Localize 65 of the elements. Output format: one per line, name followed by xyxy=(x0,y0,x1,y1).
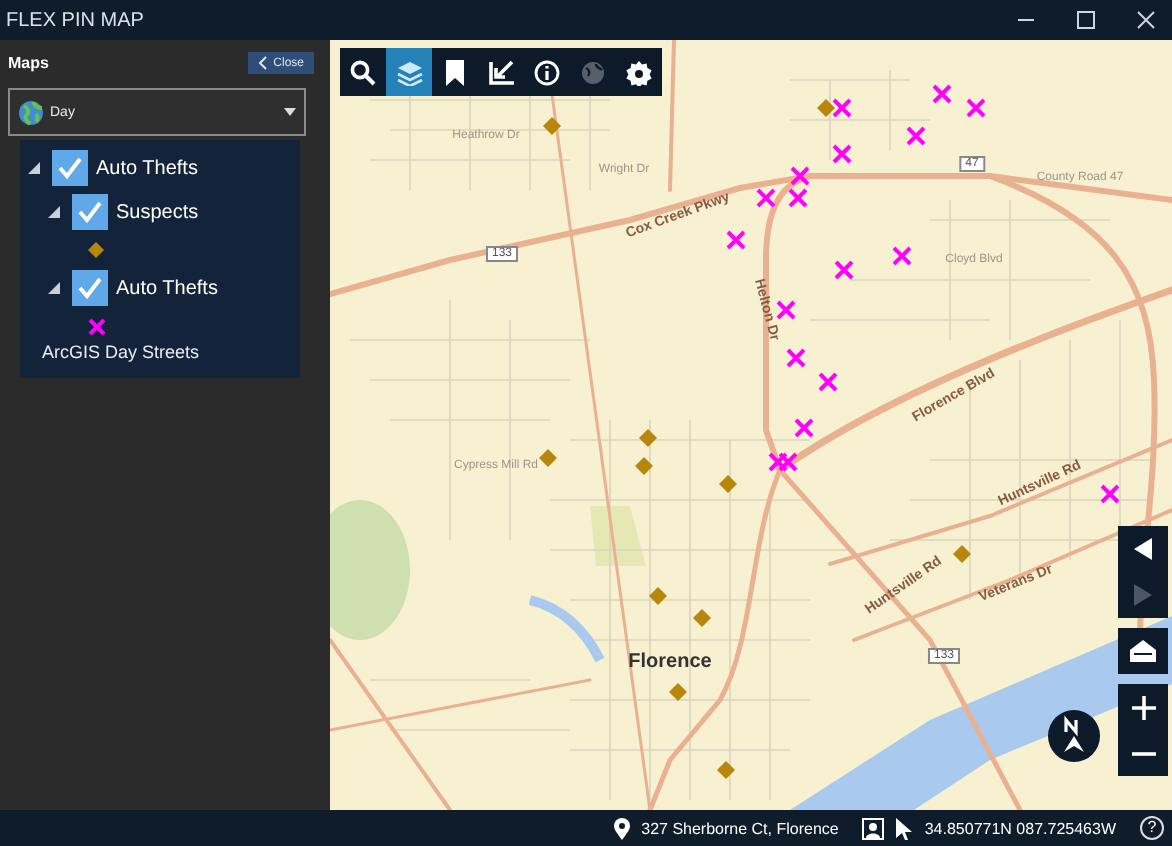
cross-pin-icon[interactable] xyxy=(776,300,796,320)
layer-label: Auto Thefts xyxy=(116,277,218,299)
expand-triangle-icon[interactable] xyxy=(48,206,60,218)
expand-triangle-icon[interactable] xyxy=(28,162,40,174)
cross-pin-icon[interactable] xyxy=(788,188,808,208)
diamond-pin-icon[interactable] xyxy=(817,99,835,117)
address-text: 327 Sherborne Ct, Florence xyxy=(641,819,839,837)
panel-title: Maps xyxy=(8,54,49,72)
globe-icon xyxy=(18,99,44,125)
cross-pin-icon[interactable] xyxy=(756,188,776,208)
cross-pin-icon[interactable] xyxy=(818,372,838,392)
plus-icon xyxy=(1131,695,1155,719)
search-icon xyxy=(350,59,376,85)
cross-pin-icon[interactable] xyxy=(832,144,852,164)
diamond-pin-icon[interactable] xyxy=(717,761,735,779)
close-icon[interactable] xyxy=(1136,10,1156,30)
maximize-icon[interactable] xyxy=(1076,10,1096,30)
layers-icon xyxy=(395,59,423,85)
cross-pin-icon[interactable] xyxy=(790,166,810,186)
cross-pin-icon[interactable] xyxy=(726,230,746,250)
map-label: Florence xyxy=(628,651,712,673)
cross-pin-icon[interactable] xyxy=(794,418,814,438)
location-pin-icon xyxy=(613,817,630,839)
diamond-pin-icon[interactable] xyxy=(543,117,561,135)
coordinates-text: 34.850771N 087.725463W xyxy=(924,819,1116,837)
help-button[interactable]: ? xyxy=(1140,816,1164,840)
triangle-left-icon xyxy=(1134,538,1152,560)
basemap-label: ArcGIS Day Streets xyxy=(42,342,202,362)
diamond-pin-icon[interactable] xyxy=(649,587,667,605)
settings-icon xyxy=(626,59,652,85)
cross-pin-icon[interactable] xyxy=(832,98,852,118)
cursor-icon xyxy=(896,817,913,839)
cross-pin-icon[interactable] xyxy=(786,348,806,368)
bookmark-icon xyxy=(446,59,464,85)
chevron-left-icon xyxy=(257,56,268,70)
info-icon xyxy=(534,59,560,85)
corner-arrow-icon xyxy=(488,59,514,85)
layer-label: Auto Thefts xyxy=(96,157,198,179)
cross-pin-icon[interactable] xyxy=(932,84,952,104)
globe-icon xyxy=(580,59,606,85)
cross-pin-icon[interactable] xyxy=(834,260,854,280)
diamond-pin-icon[interactable] xyxy=(719,475,737,493)
cross-pin-icon[interactable] xyxy=(966,98,986,118)
cross-pin-icon[interactable] xyxy=(778,452,798,472)
cross-pin-icon[interactable] xyxy=(768,452,788,472)
layer-label: Suspects xyxy=(116,201,199,223)
diamond-pin-icon[interactable] xyxy=(953,545,971,563)
diamond-pin-icon[interactable] xyxy=(539,449,557,467)
cross-pin-icon[interactable] xyxy=(906,126,926,146)
cross-pin-icon[interactable] xyxy=(1100,484,1120,504)
diamond-pin-icon[interactable] xyxy=(669,683,687,701)
caret-down-icon xyxy=(284,108,296,116)
diamond-pin-icon[interactable] xyxy=(635,457,653,475)
expand-triangle-icon[interactable] xyxy=(48,282,60,294)
triangle-right-icon xyxy=(1134,584,1152,606)
layer-checkbox[interactable] xyxy=(72,194,108,230)
minus-icon xyxy=(1131,751,1155,755)
home-icon xyxy=(1130,640,1156,662)
layer-checkbox[interactable] xyxy=(52,150,88,186)
window-title: FLEX PIN MAP xyxy=(6,9,144,31)
diamond-pin-icon[interactable] xyxy=(693,609,711,627)
contact-card-icon[interactable] xyxy=(862,817,885,839)
layer-checkbox[interactable] xyxy=(72,270,108,306)
cross-pin-icon[interactable] xyxy=(892,246,912,266)
diamond-pin-icon[interactable] xyxy=(639,429,657,447)
